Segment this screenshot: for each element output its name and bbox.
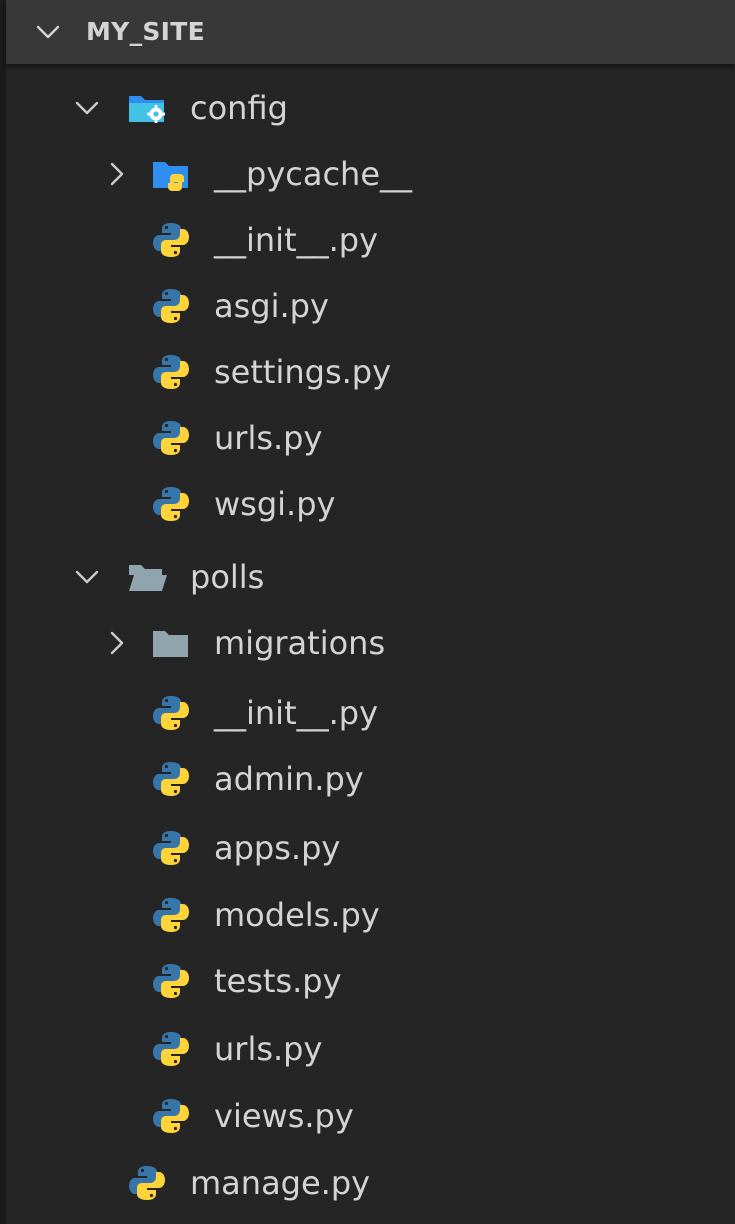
tree-item-file[interactable]: tests.py xyxy=(6,948,735,1014)
tree-item-label: models.py xyxy=(214,896,380,934)
tree-item-label: config xyxy=(190,89,288,127)
folder-open-icon xyxy=(129,565,167,591)
python-file-icon xyxy=(153,762,189,796)
python-file-icon xyxy=(153,487,189,521)
folder-closed-icon xyxy=(153,631,188,657)
python-file-icon xyxy=(153,898,189,932)
tree-item-label: __init__.py xyxy=(214,221,379,259)
file-tree: config __pycache__ __init__.py asgi.py s… xyxy=(0,0,735,1224)
python-file-icon xyxy=(153,964,189,998)
python-file-icon xyxy=(153,421,189,455)
tree-item-label: apps.py xyxy=(214,829,341,867)
tree-item-file[interactable]: __init__.py xyxy=(6,680,735,746)
tree-item-pycache-folder[interactable]: __pycache__ xyxy=(6,141,735,207)
python-file-icon xyxy=(153,1099,189,1133)
python-file-icon xyxy=(153,355,189,389)
tree-item-label: polls xyxy=(190,558,265,596)
tree-item-file[interactable]: wsgi.py xyxy=(6,471,735,537)
folder-config-open-icon xyxy=(129,96,165,123)
tree-item-label: urls.py xyxy=(214,419,323,457)
tree-item-label: tests.py xyxy=(214,962,342,1000)
python-file-icon xyxy=(153,696,189,730)
tree-item-config-folder[interactable]: config xyxy=(6,75,735,141)
python-file-icon xyxy=(153,1032,189,1066)
tree-item-file[interactable]: urls.py xyxy=(6,1016,735,1082)
tree-item-file[interactable]: __init__.py xyxy=(6,207,735,273)
folder-python-icon xyxy=(153,162,188,191)
tree-item-label: wsgi.py xyxy=(214,485,336,523)
tree-item-file[interactable]: settings.py xyxy=(6,339,735,405)
tree-item-migrations-folder[interactable]: migrations xyxy=(6,610,735,676)
file-explorer: MY_SITE config __pycache__ __init__.py a… xyxy=(0,0,735,1224)
python-file-icon xyxy=(153,223,189,257)
tree-item-label: asgi.py xyxy=(214,287,329,325)
tree-item-label: manage.py xyxy=(190,1164,371,1202)
tree-item-file[interactable]: urls.py xyxy=(6,405,735,471)
tree-item-file[interactable]: views.py xyxy=(6,1083,735,1149)
tree-item-label: __init__.py xyxy=(214,694,379,732)
python-file-icon xyxy=(153,831,189,865)
chevron-right-icon[interactable] xyxy=(102,159,132,189)
tree-item-file[interactable]: apps.py xyxy=(6,815,735,881)
tree-item-file[interactable]: asgi.py xyxy=(6,273,735,339)
tree-item-file[interactable]: manage.py xyxy=(6,1150,735,1216)
tree-item-label: views.py xyxy=(214,1097,354,1135)
tree-item-label: admin.py xyxy=(214,760,364,798)
tree-item-label: settings.py xyxy=(214,353,392,391)
python-file-icon xyxy=(153,289,189,323)
tree-item-polls-folder[interactable]: polls xyxy=(6,544,735,610)
chevron-down-icon[interactable] xyxy=(72,93,102,123)
tree-item-file[interactable]: admin.py xyxy=(6,746,735,812)
chevron-right-icon[interactable] xyxy=(102,628,132,658)
tree-item-label: urls.py xyxy=(214,1030,323,1068)
tree-item-label: migrations xyxy=(214,624,386,662)
python-file-icon xyxy=(129,1166,165,1200)
chevron-down-icon[interactable] xyxy=(72,562,102,592)
tree-item-file[interactable]: models.py xyxy=(6,882,735,948)
tree-item-label: __pycache__ xyxy=(214,155,413,193)
